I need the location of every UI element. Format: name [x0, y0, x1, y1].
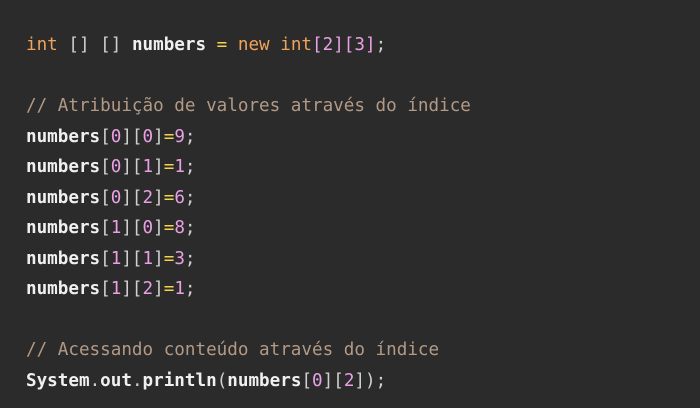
code-editor: int [] [] numbers = new int[2][3]; // At… [0, 0, 700, 408]
index-i: 0 [110, 126, 122, 147]
method-name: println [142, 370, 217, 391]
class-name: System [26, 370, 90, 391]
array-brackets: [] [] [57, 35, 132, 55]
field-name: out [100, 370, 132, 391]
index-j: 0 [142, 126, 154, 147]
index-i: 0 [110, 187, 122, 208]
code-comment-assignment: // Atribuição de valores através do índi… [26, 96, 471, 116]
index-i: 0 [110, 157, 122, 177]
index-j: 1 [142, 248, 154, 269]
array-name: numbers [26, 279, 101, 299]
assigned-value: 9 [174, 126, 185, 147]
array-name: numbers [26, 187, 101, 208]
array-name: numbers [26, 248, 101, 269]
dot: . [131, 370, 143, 391]
index-j: 1 [142, 157, 154, 177]
new-keyword: new [237, 35, 270, 55]
index-i: 1 [110, 218, 122, 238]
code-line-declaration: int [] [] numbers = new int[2][3]; [26, 30, 700, 61]
index-j: 2 [343, 370, 355, 391]
variable-name: numbers [131, 35, 207, 55]
open-paren: ( [216, 370, 228, 391]
index-i: 1 [110, 248, 122, 269]
array-dimensions: [2][3] [312, 35, 376, 55]
code-line-assignment: numbers[1][0]=8; [26, 218, 196, 238]
assigned-value: 3 [174, 248, 185, 269]
assigned-value: 8 [174, 218, 185, 238]
code-line-print: System.out.println(numbers[0][2]); [26, 370, 387, 391]
assigned-value: 6 [174, 187, 185, 208]
index-i: 1 [110, 279, 122, 299]
array-name: numbers [26, 126, 101, 147]
assign-operator: = [206, 35, 238, 55]
array-name: numbers [26, 218, 101, 238]
argument-name: numbers [227, 370, 302, 391]
index-i: 0 [312, 370, 323, 391]
dot: . [89, 370, 101, 391]
index-j: 2 [142, 187, 154, 208]
type-keyword: int [26, 35, 58, 55]
index-j: 0 [142, 218, 154, 238]
type-keyword-2: int [280, 35, 313, 55]
code-line-assignment: numbers[0][2]=6; [26, 187, 196, 208]
assigned-value: 1 [174, 157, 185, 177]
array-name: numbers [26, 157, 101, 177]
index-j: 2 [142, 279, 154, 299]
semicolon: ; [375, 35, 387, 55]
code-comment-access: // Acessando conteúdo através do índice [26, 340, 440, 360]
assigned-value: 1 [174, 279, 185, 299]
code-line-assignment: numbers[1][2]=1; [26, 279, 196, 299]
code-line-assignment: numbers[0][1]=1; [26, 157, 196, 177]
close-paren: ); [365, 370, 387, 391]
code-line-assignment: numbers[0][0]=9; [26, 126, 196, 147]
code-line-assignment: numbers[1][1]=3; [26, 248, 196, 269]
